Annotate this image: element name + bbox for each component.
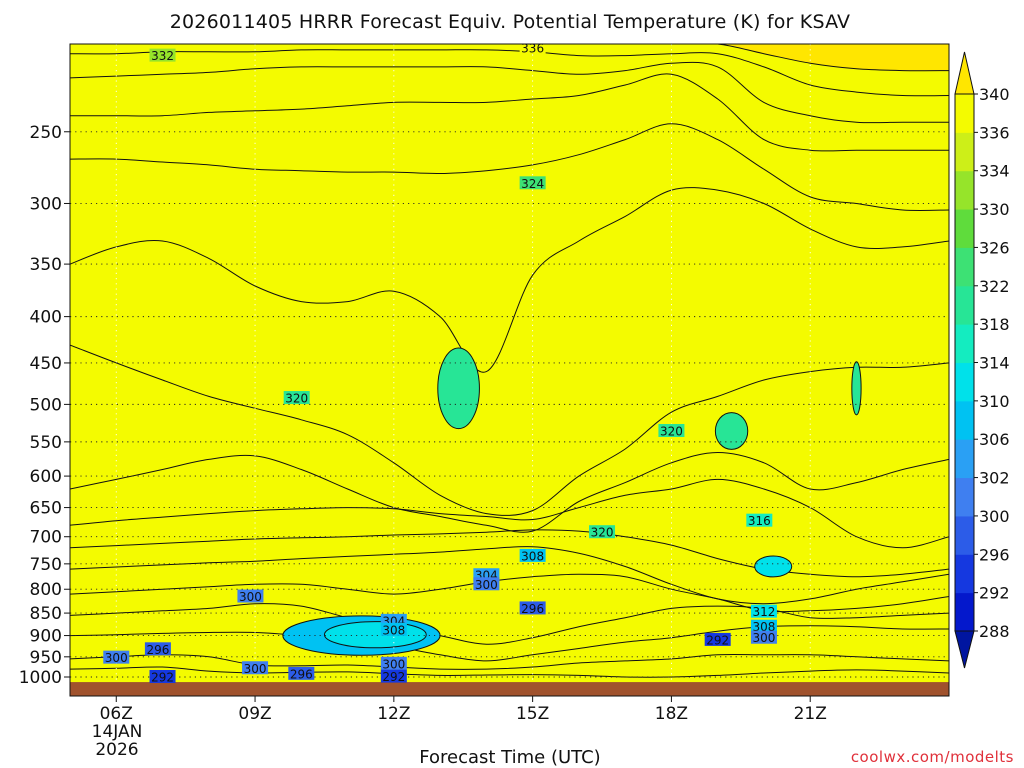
contour-label: 316 xyxy=(748,514,771,528)
x-tick-label: 18Z xyxy=(655,704,688,724)
colorbar-tick-label: 306 xyxy=(979,430,1010,449)
contour-label: 320 xyxy=(285,392,308,406)
contour-label: 296 xyxy=(146,643,169,657)
y-tick-label: 850 xyxy=(30,604,62,624)
colorbar-tick-label: 340 xyxy=(979,85,1010,104)
y-tick-label: 400 xyxy=(30,308,62,328)
colorbar-tick-label: 296 xyxy=(979,545,1010,564)
colorbar-tick-label: 310 xyxy=(979,392,1010,411)
colorbar-under-triangle xyxy=(954,630,975,669)
contour-label: 300 xyxy=(105,651,128,665)
y-tick-label: 500 xyxy=(30,395,62,415)
y-tick-label: 250 xyxy=(30,123,62,143)
forecast-time-axis: 06Z 09Z 12Z 15Z 18Z 21Z xyxy=(100,696,827,724)
colorbar-segment-334 xyxy=(955,132,974,172)
contour-pocket-320 xyxy=(437,347,480,430)
date-label-year: 2026 xyxy=(95,740,138,760)
equivalent-potential-temperature-chart: 2026011405 HRRR Forecast Equiv. Potentia… xyxy=(19,11,1014,768)
contour-label: 308 xyxy=(382,623,405,637)
contour-label: 300 xyxy=(244,662,267,676)
x-tick-label: 09Z xyxy=(238,704,271,724)
colorbar-segment-306 xyxy=(955,400,974,440)
colorbar: 288 292 296 300 302 306 310 314 318 322 326 330 334 3… xyxy=(954,51,1010,669)
y-tick-label: 700 xyxy=(30,528,62,548)
colorbar-segment-288 xyxy=(955,592,974,632)
contour-pocket-312 xyxy=(754,555,793,578)
colorbar-over-triangle xyxy=(954,51,975,95)
contour-pocket-320 xyxy=(714,412,749,450)
pressure-axis: 250 300 350 400 450 500 550 600 650 700 750 800 850 9… xyxy=(19,123,70,688)
colorbar-segment-292 xyxy=(955,554,974,594)
contour-pocket-310 xyxy=(323,621,427,649)
colorbar-segment-300 xyxy=(955,477,974,517)
y-tick-label: 650 xyxy=(30,499,62,519)
colorbar-segment-322 xyxy=(955,247,974,287)
colorbar-segment-318 xyxy=(955,285,974,325)
y-tick-label: 750 xyxy=(30,555,62,575)
colorbar-tick-label: 336 xyxy=(979,123,1010,142)
contour-label: 296 xyxy=(290,667,313,681)
x-tick-label: 12Z xyxy=(377,704,410,724)
colorbar-tick-label: 322 xyxy=(979,277,1010,296)
contour-label: 320 xyxy=(660,424,683,438)
colorbar-tick-label: 330 xyxy=(979,200,1010,219)
contour-label: 300 xyxy=(752,631,775,645)
y-tick-label: 300 xyxy=(30,194,62,214)
colorbar-tick-label: 288 xyxy=(979,622,1010,641)
colorbar-segment-326 xyxy=(955,209,974,248)
x-tick-label: 15Z xyxy=(516,704,549,724)
x-axis-title: Forecast Time (UTC) xyxy=(419,747,600,768)
colorbar-tick-label: 334 xyxy=(979,162,1010,181)
colorbar-tick-label: 314 xyxy=(979,354,1010,373)
colorbar-tick-label: 302 xyxy=(979,469,1010,488)
contour-label: 332 xyxy=(151,49,174,63)
colorbar-tick-label: 300 xyxy=(979,507,1010,526)
colorbar-segment-296 xyxy=(955,515,974,555)
colorbar-tick-label: 318 xyxy=(979,315,1010,334)
contour-label: 320 xyxy=(591,526,614,540)
y-tick-label: 450 xyxy=(30,354,62,374)
x-tick-label: 06Z xyxy=(100,704,133,724)
plot-area: 3323363243203203203163083043003002963043… xyxy=(70,44,949,696)
colorbar-tick-label: 326 xyxy=(979,238,1010,257)
contour-label: 300 xyxy=(475,578,498,592)
colorbar-segment-330 xyxy=(955,170,974,210)
y-tick-label: 550 xyxy=(30,433,62,453)
contour-label: 300 xyxy=(239,590,262,604)
contour-pocket-320 xyxy=(851,361,862,416)
colorbar-segment-336 xyxy=(955,94,974,133)
colorbar-segment-314 xyxy=(955,324,974,363)
contour-label: 292 xyxy=(151,671,174,685)
contour-label: 312 xyxy=(752,605,775,619)
x-tick-label: 21Z xyxy=(794,704,827,724)
contour-label: 292 xyxy=(382,670,405,684)
y-tick-label: 900 xyxy=(30,627,62,647)
contour-label: 308 xyxy=(521,549,544,563)
contour-label: 292 xyxy=(706,633,729,647)
y-tick-label: 600 xyxy=(30,467,62,487)
y-tick-label: 1000 xyxy=(19,668,62,688)
contour-label: 296 xyxy=(521,602,544,616)
colorbar-tick-label: 292 xyxy=(979,584,1010,603)
y-tick-label: 800 xyxy=(30,580,62,600)
y-tick-label: 350 xyxy=(30,255,62,275)
chart-title: 2026011405 HRRR Forecast Equiv. Potentia… xyxy=(170,11,851,33)
y-tick-label: 950 xyxy=(30,648,62,668)
colorbar-segment-302 xyxy=(955,439,974,479)
contour-label: 324 xyxy=(521,177,544,191)
credit-link[interactable]: coolwx.com/modelts xyxy=(851,748,1014,766)
colorbar-segment-310 xyxy=(955,362,974,402)
date-label-day: 14JAN xyxy=(92,722,143,742)
